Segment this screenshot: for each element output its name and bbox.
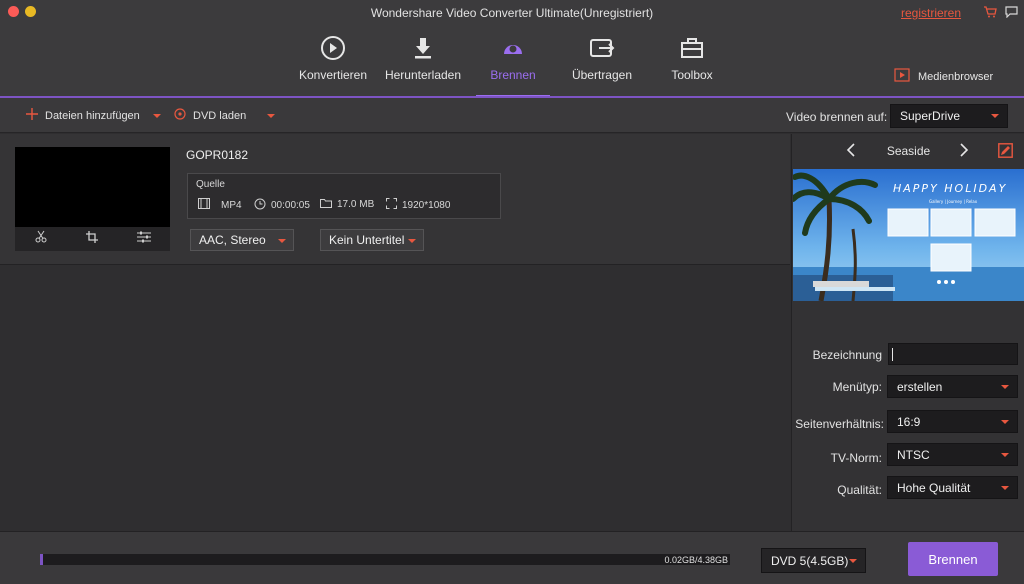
label-input[interactable] (888, 343, 1018, 365)
adjust-icon[interactable] (136, 230, 151, 248)
chevron-down-icon (849, 558, 857, 563)
add-files-button[interactable]: Dateien hinzufügen (26, 108, 161, 123)
tab-toolbox-label: Toolbox (671, 68, 713, 82)
burn-target-label: Video brennen auf: (786, 110, 888, 124)
menu-type-select[interactable]: erstellen (887, 375, 1018, 398)
tab-convert-label: Konvertieren (298, 68, 368, 82)
dvd-settings-panel: Seaside HAPPY HOLIDAY Gallery | Journey … (791, 134, 1024, 531)
tab-burn[interactable]: Brennen (468, 34, 558, 82)
chevron-down-icon[interactable] (267, 113, 276, 118)
tab-transfer[interactable]: Übertragen (557, 34, 647, 82)
cart-icon[interactable] (983, 5, 997, 23)
bottom-bar: 0.02GB/4.38GB DVD 5(4.5GB) Brennen (0, 531, 1024, 584)
chevron-down-icon (1001, 485, 1009, 490)
burn-target-select[interactable]: SuperDrive (890, 104, 1008, 128)
list-item[interactable]: GOPR0182 Quelle MP4 00:00:05 17.0 MB 192… (0, 134, 790, 265)
file-list: GOPR0182 Quelle MP4 00:00:05 17.0 MB 192… (0, 134, 790, 531)
aspect-ratio-value: 16:9 (897, 414, 921, 429)
disc-type-select[interactable]: DVD 5(4.5GB) (761, 548, 866, 573)
expand-icon (386, 198, 397, 212)
chevron-right-icon[interactable] (959, 142, 969, 163)
tab-transfer-label: Übertragen (571, 68, 633, 82)
message-icon[interactable] (1005, 5, 1018, 23)
menu-type-label: Menütyp: (832, 380, 882, 394)
media-browser-label: Medienbrowser (918, 70, 994, 83)
file-name: GOPR0182 (186, 148, 249, 162)
template-name: Seaside (886, 144, 931, 158)
preview-menu: Gallery | Journey | Relax (929, 199, 978, 204)
chevron-down-icon (991, 114, 999, 118)
chevron-down-icon[interactable] (152, 113, 161, 118)
tab-download[interactable]: Herunterladen (378, 34, 468, 82)
scissors-icon[interactable] (35, 230, 47, 248)
format-value: MP4 (221, 199, 242, 211)
folder-icon (320, 198, 332, 211)
aspect-ratio-select[interactable]: 16:9 (887, 410, 1018, 433)
audio-track-select[interactable]: AAC, Stereo (190, 229, 294, 251)
crop-icon[interactable] (85, 230, 98, 248)
menu-type-value: erstellen (897, 379, 943, 394)
menu-template-preview[interactable]: HAPPY HOLIDAY Gallery | Journey | Relax (793, 169, 1024, 301)
load-dvd-button[interactable]: DVD laden (174, 108, 276, 123)
tv-norm-value: NTSC (897, 447, 930, 462)
quality-label: Qualität: (837, 483, 882, 497)
clock-icon (254, 198, 266, 213)
add-files-label: Dateien hinzufügen (45, 109, 140, 122)
aspect-ratio-label: Seitenverhältnis: (795, 417, 884, 431)
tab-toolbox[interactable]: Toolbox (647, 34, 737, 82)
edit-icon[interactable] (998, 143, 1013, 163)
tv-norm-select[interactable]: NTSC (887, 443, 1018, 466)
audio-track-value: AAC, Stereo (199, 233, 266, 247)
media-browser-icon (894, 68, 910, 85)
title-bar: Wondershare Video Converter Ultimate(Unr… (0, 0, 1024, 97)
subtitle-select[interactable]: Kein Untertitel (320, 229, 424, 251)
template-navigator: Seaside (792, 142, 1024, 162)
toolbox-icon (647, 34, 737, 62)
size-info: 17.0 MB (320, 198, 374, 211)
load-dvd-label: DVD laden (193, 109, 247, 122)
burn-button[interactable]: Brennen (908, 542, 998, 576)
size-value: 17.0 MB (337, 199, 375, 210)
chevron-down-icon (1001, 452, 1009, 457)
preview-title: HAPPY HOLIDAY (893, 182, 1007, 195)
media-browser-button[interactable]: Medienbrowser (894, 68, 993, 85)
film-icon (198, 198, 210, 212)
tab-download-label: Herunterladen (384, 68, 462, 82)
quality-select[interactable]: Hohe Qualität (887, 476, 1018, 499)
tab-convert[interactable]: Konvertieren (288, 34, 378, 82)
source-label: Quelle (196, 179, 225, 190)
disc-usage-text: 0.02GB/4.38GB (664, 555, 728, 565)
chevron-down-icon (1001, 384, 1009, 389)
video-thumbnail[interactable] (15, 147, 170, 227)
burn-target-value: SuperDrive (900, 109, 961, 123)
duration-info: 00:00:05 (254, 198, 310, 213)
window-title: Wondershare Video Converter Ultimate(Unr… (370, 6, 654, 20)
tv-norm-label: TV-Norm: (830, 451, 882, 465)
plus-icon (26, 108, 38, 123)
dvd-icon (174, 108, 186, 123)
text-cursor (892, 348, 893, 361)
subtitle-value: Kein Untertitel (329, 233, 405, 247)
duration-value: 00:00:05 (271, 200, 310, 211)
quality-value: Hohe Qualität (897, 480, 971, 495)
chevron-down-icon (408, 239, 416, 243)
download-icon (378, 34, 468, 62)
transfer-icon (557, 34, 647, 62)
chevron-down-icon (1001, 419, 1009, 424)
thumbnail-toolbar (15, 227, 170, 251)
source-info: Quelle MP4 00:00:05 17.0 MB 1920*1080 (187, 173, 501, 219)
burn-icon (468, 34, 558, 62)
tab-burn-label: Brennen (490, 68, 536, 82)
format-info: MP4 (198, 198, 242, 212)
resolution-info: 1920*1080 (386, 198, 450, 212)
register-link[interactable]: registrieren (901, 6, 961, 20)
disc-type-value: DVD 5(4.5GB) (771, 553, 849, 568)
label-field-label: Bezeichnung (812, 348, 882, 362)
resolution-value: 1920*1080 (402, 199, 451, 211)
convert-icon (288, 34, 378, 62)
chevron-down-icon (278, 239, 286, 243)
